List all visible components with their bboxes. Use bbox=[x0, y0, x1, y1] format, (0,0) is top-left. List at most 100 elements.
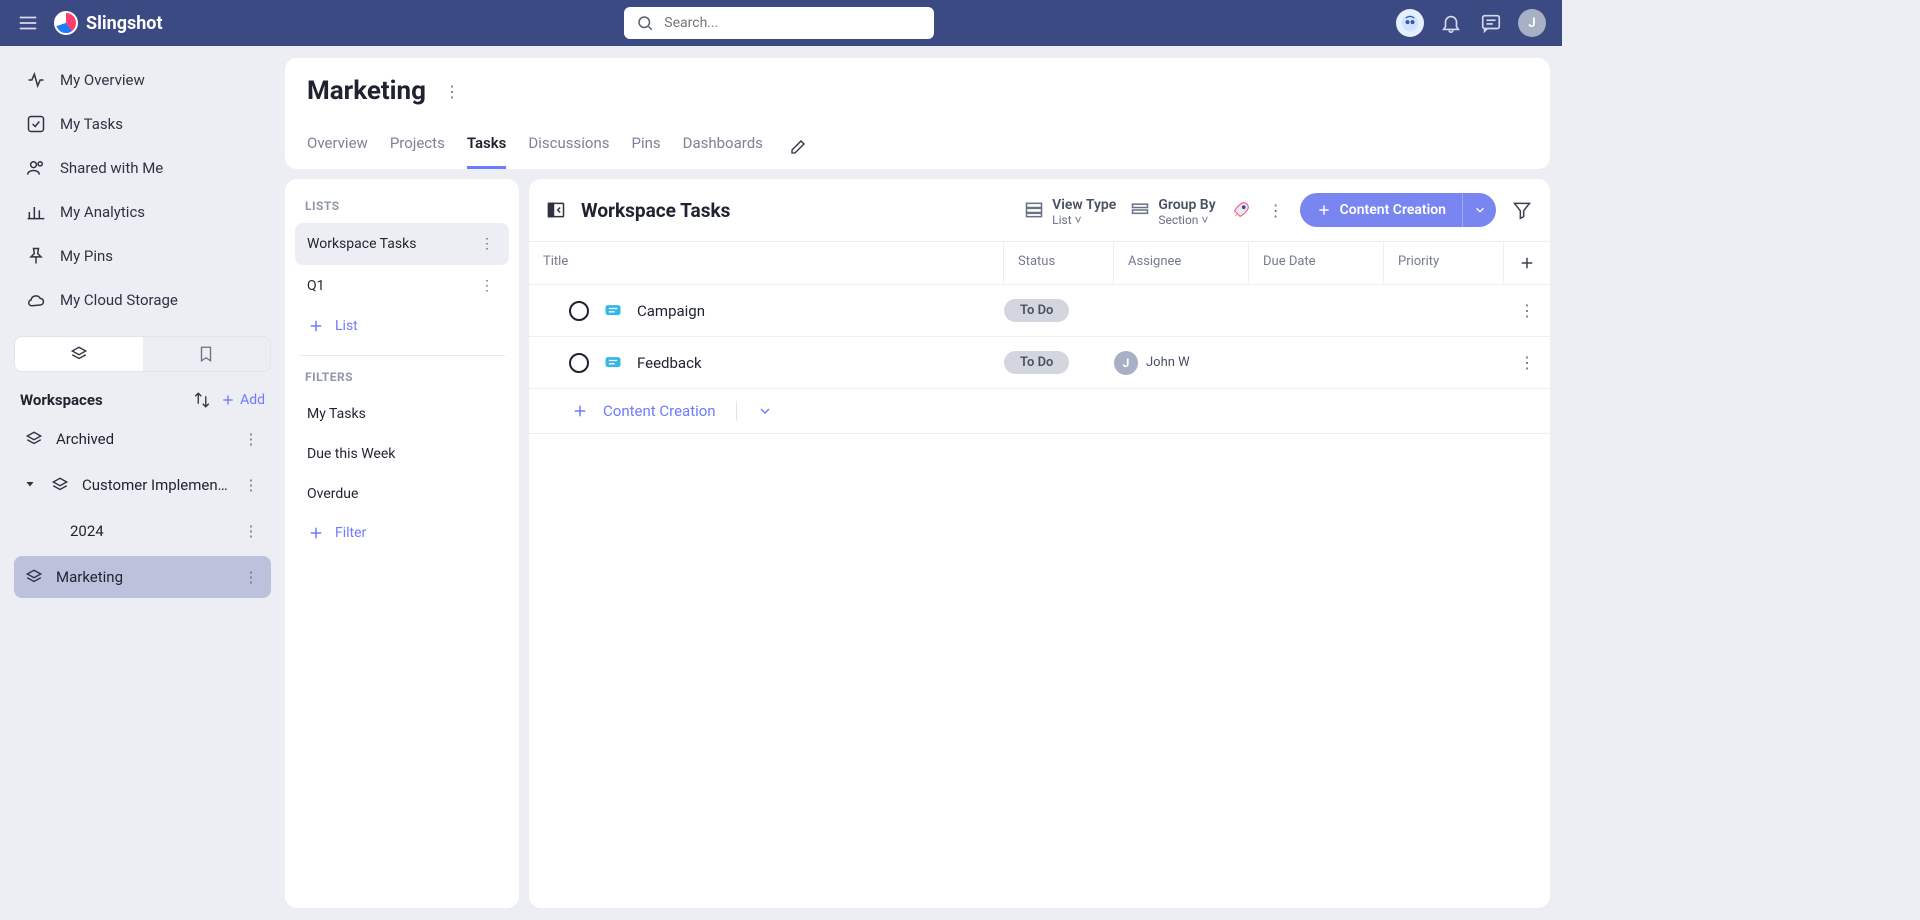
add-filter-button[interactable]: Filter bbox=[295, 514, 509, 552]
more-icon[interactable]: ⋮ bbox=[241, 430, 261, 448]
complete-toggle[interactable] bbox=[569, 301, 589, 321]
bookmark-tab[interactable] bbox=[143, 337, 271, 371]
tab-tasks[interactable]: Tasks bbox=[467, 124, 507, 169]
add-column-button[interactable] bbox=[1504, 242, 1550, 284]
list-item-workspace-tasks[interactable]: Workspace Tasks ⋮ bbox=[295, 223, 509, 265]
status-badge[interactable]: To Do bbox=[1004, 299, 1069, 322]
rocket-icon[interactable] bbox=[1230, 199, 1252, 221]
row-more-icon[interactable]: ⋮ bbox=[1517, 353, 1537, 372]
collapse-panel-icon[interactable] bbox=[545, 199, 567, 221]
workspaces-title: Workspaces bbox=[20, 391, 184, 409]
filter-due-week[interactable]: Due this Week bbox=[295, 434, 509, 474]
nav-my-overview[interactable]: My Overview bbox=[14, 60, 271, 100]
task-row[interactable]: Campaign To Do ⋮ bbox=[529, 285, 1550, 337]
list-item-q1[interactable]: Q1 ⋮ bbox=[295, 265, 509, 307]
filter-overdue[interactable]: Overdue bbox=[295, 474, 509, 514]
tab-pins[interactable]: Pins bbox=[631, 124, 660, 169]
lists-label: LISTS bbox=[295, 195, 509, 223]
layers-icon bbox=[70, 345, 88, 363]
assignee-name: John W bbox=[1146, 355, 1190, 370]
page-header: Marketing ⋮ Overview Projects Tasks Disc… bbox=[285, 58, 1550, 169]
menu-icon[interactable] bbox=[16, 11, 40, 35]
nav-shared[interactable]: Shared with Me bbox=[14, 148, 271, 188]
more-icon[interactable]: ⋮ bbox=[241, 568, 261, 586]
left-nav: My Overview My Tasks Shared with Me My A… bbox=[0, 46, 285, 920]
brand-name: Slingshot bbox=[86, 13, 163, 34]
add-list-button[interactable]: List bbox=[295, 307, 509, 345]
activity-icon bbox=[26, 70, 46, 90]
bookmark-icon bbox=[197, 345, 215, 363]
nav-cloud[interactable]: My Cloud Storage bbox=[14, 280, 271, 320]
col-assignee[interactable]: Assignee bbox=[1114, 242, 1249, 284]
task-columns: Title Status Assignee Due Date Priority bbox=[529, 241, 1550, 285]
page-more-icon[interactable]: ⋮ bbox=[442, 82, 462, 101]
nav-label: Shared with Me bbox=[60, 159, 163, 177]
more-icon[interactable]: ⋮ bbox=[477, 236, 497, 252]
status-badge[interactable]: To Do bbox=[1004, 351, 1069, 374]
nav-label: My Cloud Storage bbox=[60, 291, 178, 309]
brand-logo-icon bbox=[54, 11, 78, 35]
content-creation-dropdown[interactable] bbox=[1462, 193, 1496, 227]
chevron-down-icon bbox=[1473, 203, 1487, 217]
quick-add-label: Content Creation bbox=[603, 402, 716, 420]
row-more-icon[interactable]: ⋮ bbox=[1517, 301, 1537, 320]
quick-add-row[interactable]: Content Creation bbox=[529, 389, 1550, 434]
group-by-selector[interactable]: Group BySection ˅ bbox=[1130, 194, 1215, 227]
nav-pins[interactable]: My Pins bbox=[14, 236, 271, 276]
brand[interactable]: Slingshot bbox=[54, 11, 163, 35]
group-icon bbox=[1130, 200, 1150, 220]
panel-more-icon[interactable]: ⋮ bbox=[1266, 201, 1286, 220]
assistant-avatar-icon[interactable] bbox=[1396, 9, 1424, 37]
task-type-icon bbox=[603, 301, 623, 321]
add-workspace-button[interactable]: Add bbox=[220, 392, 265, 408]
task-row[interactable]: Feedback To Do J John W ⋮ bbox=[529, 337, 1550, 389]
top-bar: Slingshot J bbox=[0, 0, 1562, 46]
workspace-customer-impl[interactable]: Customer Implementa... ⋮ bbox=[14, 464, 271, 506]
workspace-archived[interactable]: Archived ⋮ bbox=[14, 418, 271, 460]
stack-tab[interactable] bbox=[15, 337, 143, 371]
plus-icon bbox=[307, 524, 325, 542]
tasks-title: Workspace Tasks bbox=[581, 199, 1010, 222]
tab-discussions[interactable]: Discussions bbox=[528, 124, 609, 169]
cloud-icon bbox=[26, 290, 46, 310]
content-creation-main[interactable]: Content Creation bbox=[1300, 193, 1462, 227]
page-tabs: Overview Projects Tasks Discussions Pins… bbox=[307, 124, 1528, 169]
caret-down-icon bbox=[24, 478, 38, 492]
checkbox-icon bbox=[26, 114, 46, 134]
tab-dashboards[interactable]: Dashboards bbox=[683, 124, 763, 169]
nav-my-tasks[interactable]: My Tasks bbox=[14, 104, 271, 144]
nav-label: My Pins bbox=[60, 247, 113, 265]
more-icon[interactable]: ⋮ bbox=[241, 522, 261, 540]
tab-projects[interactable]: Projects bbox=[390, 124, 445, 169]
filter-my-tasks[interactable]: My Tasks bbox=[295, 394, 509, 434]
filter-icon[interactable] bbox=[1510, 198, 1534, 222]
people-icon bbox=[26, 158, 46, 178]
more-icon[interactable]: ⋮ bbox=[241, 476, 261, 494]
view-type-selector[interactable]: View TypeList ˅ bbox=[1024, 194, 1116, 227]
search-input[interactable] bbox=[664, 15, 922, 31]
edit-tabs-icon[interactable] bbox=[789, 124, 807, 169]
workspace-marketing[interactable]: Marketing ⋮ bbox=[14, 556, 271, 598]
tab-overview[interactable]: Overview bbox=[307, 124, 368, 169]
bar-chart-icon bbox=[26, 202, 46, 222]
more-icon[interactable]: ⋮ bbox=[477, 278, 497, 294]
plus-icon bbox=[307, 317, 325, 335]
nav-label: My Analytics bbox=[60, 203, 145, 221]
chevron-down-icon[interactable] bbox=[757, 403, 773, 419]
col-title[interactable]: Title bbox=[529, 242, 1004, 284]
complete-toggle[interactable] bbox=[569, 353, 589, 373]
sort-icon[interactable] bbox=[192, 390, 212, 410]
col-status[interactable]: Status bbox=[1004, 242, 1114, 284]
workspace-2024[interactable]: 2024 ⋮ bbox=[14, 510, 271, 552]
chat-icon[interactable] bbox=[1478, 10, 1504, 36]
plus-icon bbox=[220, 392, 236, 408]
bell-icon[interactable] bbox=[1438, 10, 1464, 36]
assignee-cell[interactable]: J John W bbox=[1114, 351, 1249, 375]
col-due[interactable]: Due Date bbox=[1249, 242, 1384, 284]
col-priority[interactable]: Priority bbox=[1384, 242, 1504, 284]
user-avatar[interactable]: J bbox=[1518, 9, 1546, 37]
plus-icon bbox=[571, 402, 589, 420]
nav-label: My Tasks bbox=[60, 115, 123, 133]
nav-analytics[interactable]: My Analytics bbox=[14, 192, 271, 232]
search-box[interactable] bbox=[624, 7, 934, 39]
